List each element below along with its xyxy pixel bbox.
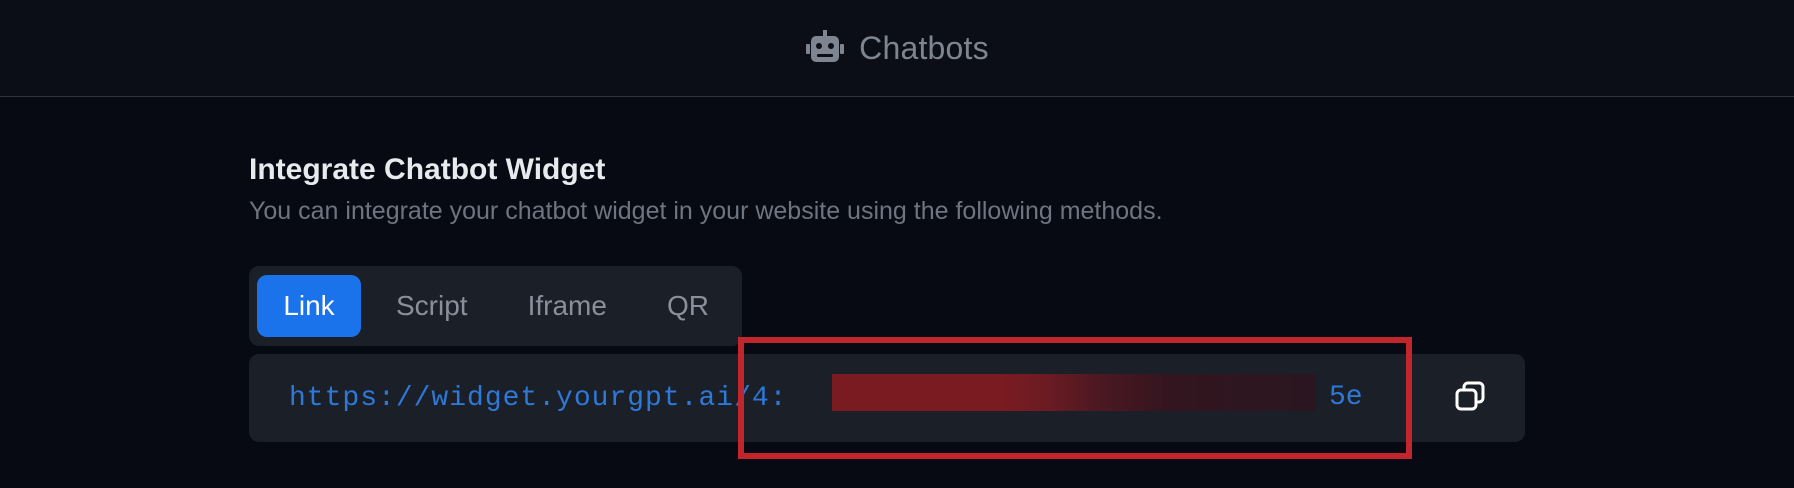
tab-script[interactable]: Script (371, 275, 493, 337)
tab-qr[interactable]: QR (642, 275, 734, 337)
page-title: Chatbots (859, 29, 989, 66)
highlight-annotation-box (738, 337, 1412, 459)
method-tabs: Link Script Iframe QR (249, 266, 742, 346)
tab-link[interactable]: Link (257, 275, 361, 337)
tab-iframe[interactable]: Iframe (503, 275, 632, 337)
robot-icon (805, 30, 845, 66)
widget-link-start: https://widget.yourgpt.ai/4: (289, 382, 788, 414)
top-bar: Chatbots (0, 0, 1794, 97)
section-heading: Integrate Chatbot Widget (249, 153, 606, 186)
integration-panel: Integrate Chatbot Widget You can integra… (249, 150, 1529, 442)
copy-button[interactable] (1435, 354, 1505, 442)
section-subtitle: You can integrate your chatbot widget in… (249, 197, 1163, 225)
copy-icon (1453, 379, 1487, 418)
